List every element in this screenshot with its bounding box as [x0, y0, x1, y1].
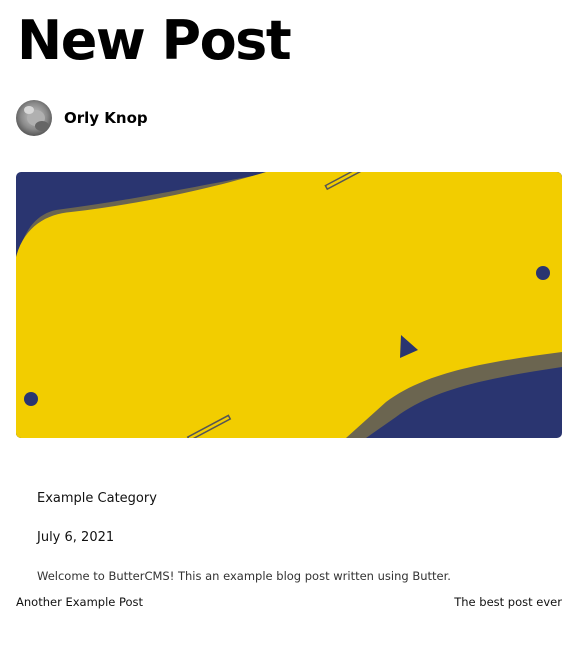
hero-dot-right [536, 266, 550, 280]
post-date: July 6, 2021 [37, 530, 115, 545]
author-block: Orly Knop [16, 100, 148, 136]
author-avatar [16, 100, 52, 136]
post-title: New Post [17, 9, 292, 72]
previous-post-link[interactable]: Another Example Post [16, 595, 143, 609]
post-excerpt: Welcome to ButterCMS! This an example bl… [37, 569, 451, 583]
post-category[interactable]: Example Category [37, 491, 157, 506]
featured-image [16, 172, 562, 438]
next-post-link[interactable]: The best post ever [454, 595, 562, 609]
hero-dot-left [24, 392, 38, 406]
author-name[interactable]: Orly Knop [64, 109, 148, 127]
